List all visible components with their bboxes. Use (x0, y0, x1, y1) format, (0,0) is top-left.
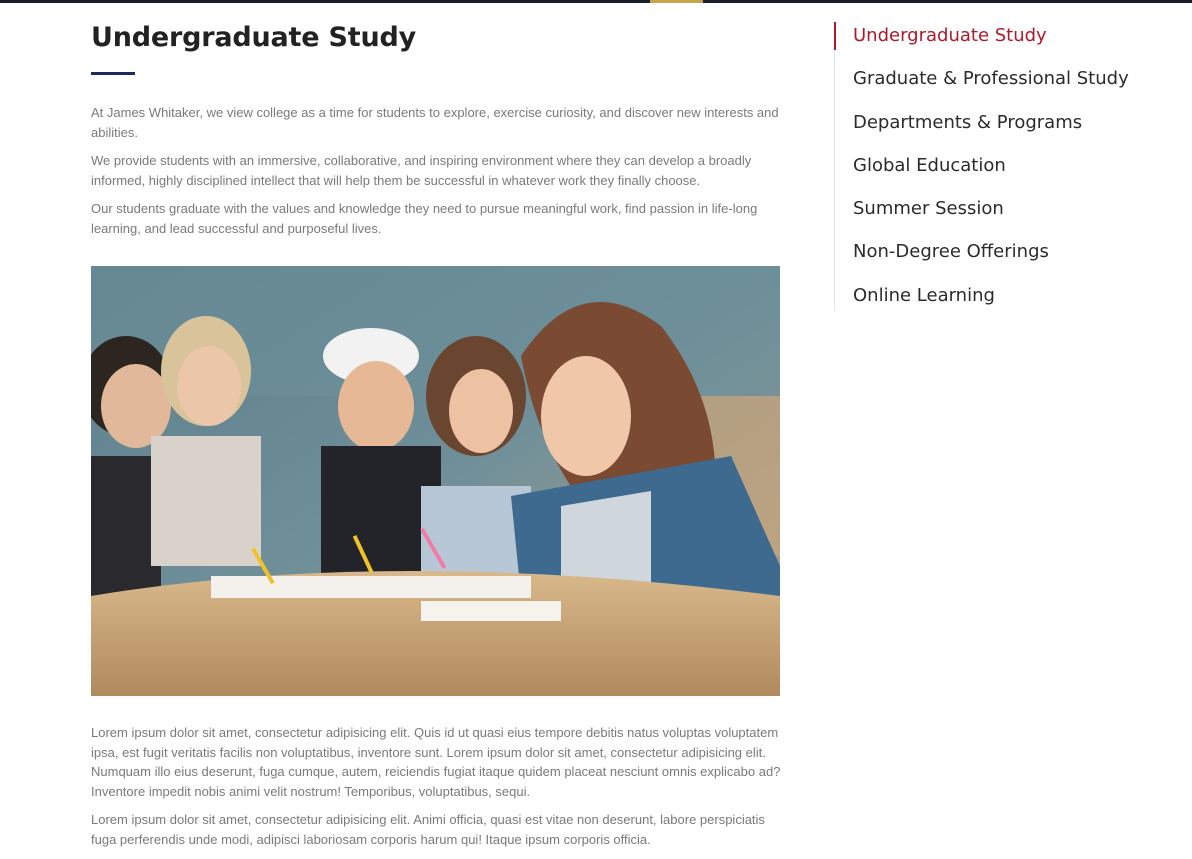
intro-section: At James Whitaker, we view college as a … (91, 103, 781, 248)
students-studying-illustration (91, 266, 780, 696)
sidebar-item-summer-session[interactable]: Summer Session (835, 195, 1155, 238)
sidebar-item-online-learning[interactable]: Online Learning (835, 282, 1155, 325)
page-title: Undergraduate Study (91, 22, 417, 53)
sidebar-item-global-education[interactable]: Global Education (835, 152, 1155, 195)
sidebar-item-departments-programs[interactable]: Departments & Programs (835, 109, 1155, 152)
intro-paragraph: We provide students with an immersive, c… (91, 153, 752, 188)
sidebar-item-undergraduate-study[interactable]: Undergraduate Study (834, 22, 1155, 65)
intro-paragraph: At James Whitaker, we view college as a … (91, 105, 779, 140)
title-underline (91, 72, 135, 75)
sidebar-item-non-degree-offerings[interactable]: Non-Degree Offerings (835, 238, 1155, 281)
section-sidebar-nav: Undergraduate Study Graduate & Professio… (834, 22, 1155, 311)
body-paragraph: Lorem ipsum dolor sit amet, consectetur … (91, 812, 765, 847)
hero-photo (91, 266, 780, 696)
top-nav-bar (0, 0, 1192, 3)
body-section: Lorem ipsum dolor sit amet, consectetur … (91, 723, 781, 859)
sidebar-item-graduate-professional-study[interactable]: Graduate & Professional Study (835, 65, 1155, 108)
body-paragraph: Lorem ipsum dolor sit amet, consectetur … (91, 725, 781, 799)
top-nav-active-indicator (650, 0, 703, 3)
intro-paragraph: Our students graduate with the values an… (91, 201, 758, 236)
